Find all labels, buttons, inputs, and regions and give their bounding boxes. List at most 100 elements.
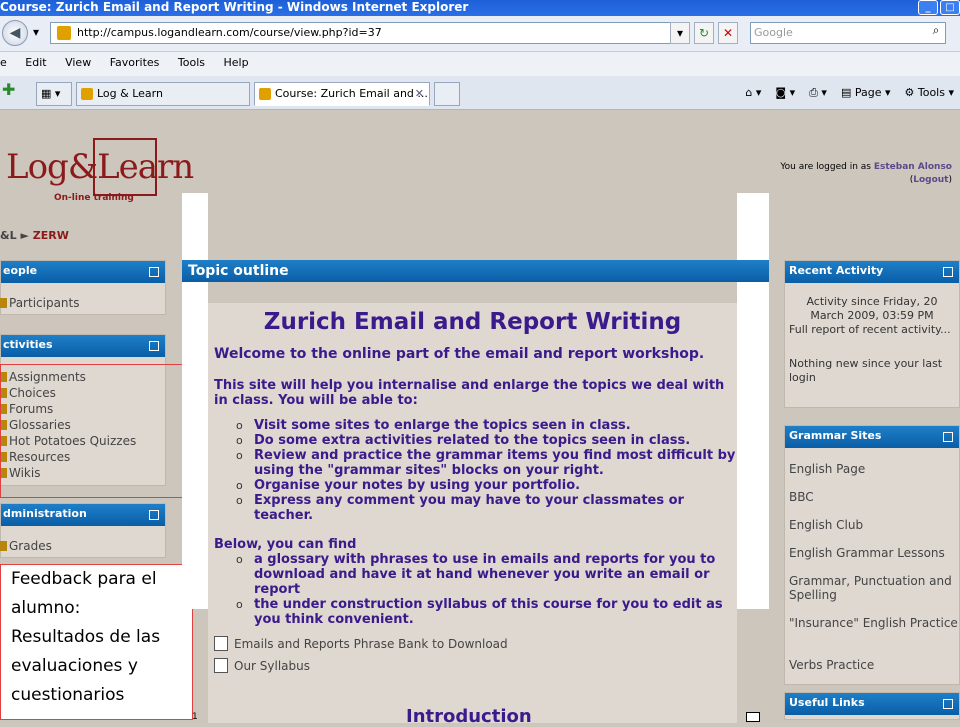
syllabus-label: Our Syllabus: [234, 659, 311, 673]
address-bar[interactable]: http://campus.logandlearn.com/course/vie…: [50, 22, 688, 44]
grammar-link-bbc[interactable]: BBC: [785, 490, 959, 518]
resource-item: a glossary with phrases to use in emails…: [234, 552, 737, 597]
grammar-sites-block: Grammar Sites English Page BBC English C…: [784, 425, 960, 685]
tab-favicon-icon: [259, 88, 271, 100]
minimize-button[interactable]: _: [918, 0, 938, 15]
search-icon[interactable]: ⌕: [926, 20, 946, 42]
menu-help[interactable]: Help: [224, 56, 249, 69]
logo-text: Log&Learn: [6, 147, 194, 187]
grades-link[interactable]: Grades: [0, 538, 165, 554]
address-dropdown-icon[interactable]: ▾: [670, 22, 690, 44]
logo-subtitle: On-line training: [54, 193, 134, 203]
word-document-icon: [214, 636, 228, 651]
feedback-line: evaluaciones y: [11, 656, 138, 676]
goal-item: Do some extra activities related to the …: [234, 433, 737, 448]
section-highlight-checkbox[interactable]: [746, 712, 760, 722]
collapse-icon[interactable]: [149, 341, 159, 351]
collapse-icon[interactable]: [149, 510, 159, 520]
tab-bar: ✚ ▦ ▾ Log & Learn Course: Zurich Email a…: [0, 76, 960, 110]
collapse-icon[interactable]: [943, 432, 953, 442]
grammar-link-insurance[interactable]: "Insurance" English Practice: [785, 616, 959, 658]
tab-label: Course: Zurich Email and ...: [275, 87, 428, 100]
page-menu[interactable]: ▤ Page ▾: [841, 82, 891, 104]
feedback-line: Feedback para el: [11, 569, 157, 589]
feedback-line: alumno:: [11, 598, 81, 618]
collapse-icon[interactable]: [943, 699, 953, 709]
topic-outline-header: Topic outline: [182, 260, 769, 282]
refresh-icon[interactable]: ↻: [694, 22, 714, 44]
grammar-link-punctuation[interactable]: Grammar, Punctuation and Spelling: [785, 574, 959, 616]
grammar-link-grammar-lessons[interactable]: English Grammar Lessons: [785, 546, 959, 574]
administration-block: dministration Grades: [0, 503, 166, 558]
login-info: You are logged in as Esteban Alonso (Log…: [780, 162, 952, 185]
participants-link[interactable]: Participants: [0, 295, 165, 311]
address-toolbar: ◀ ▾ http://campus.logandlearn.com/course…: [0, 16, 960, 52]
menu-file[interactable]: e: [0, 56, 7, 69]
grammar-link-verbs[interactable]: Verbs Practice: [785, 658, 959, 678]
section-number: 1: [192, 712, 198, 722]
grammar-sites-title: Grammar Sites: [789, 429, 882, 442]
goal-item: Visit some sites to enlarge the topics s…: [234, 418, 737, 433]
search-placeholder: Google: [754, 26, 793, 39]
phrase-bank-link[interactable]: Emails and Reports Phrase Bank to Downlo…: [214, 633, 737, 655]
site-logo[interactable]: Log&Learn On-line training: [0, 135, 194, 205]
phrase-bank-label: Emails and Reports Phrase Bank to Downlo…: [234, 637, 508, 651]
add-favorite-icon[interactable]: ✚: [2, 80, 15, 99]
menu-favorites[interactable]: Favorites: [110, 56, 160, 69]
breadcrumb-separator: ►: [20, 229, 29, 242]
close-tab-icon[interactable]: ✕: [415, 83, 424, 105]
tools-menu[interactable]: ⚙ Tools ▾: [905, 82, 955, 104]
highlight-box: [0, 364, 184, 498]
section-title: Introduction: [406, 706, 532, 727]
print-icon[interactable]: ⎙ ▾: [809, 82, 827, 104]
tools-menu-label: Tools: [917, 86, 945, 99]
menu-edit[interactable]: Edit: [25, 56, 46, 69]
menu-view[interactable]: View: [65, 56, 91, 69]
menu-tools[interactable]: Tools: [178, 56, 205, 69]
course-summary: Zurich Email and Report Writing Welcome …: [208, 303, 737, 723]
grades-label: Grades: [9, 539, 52, 553]
useful-links-block: Useful Links: [784, 692, 960, 720]
nothing-new-text: Nothing new since your last login: [789, 357, 943, 384]
site-favicon-icon: [57, 26, 71, 40]
logged-prefix: You are logged in as: [780, 162, 871, 172]
participants-label: Participants: [9, 296, 80, 310]
below-text: Below, you can find: [214, 537, 357, 552]
logged-user-link[interactable]: Esteban Alonso: [874, 162, 952, 172]
collapse-icon[interactable]: [149, 267, 159, 277]
menu-bar: e Edit View Favorites Tools Help: [0, 52, 960, 76]
tab-course-zurich[interactable]: Course: Zurich Email and ... ✕: [254, 82, 430, 106]
tab-log-learn[interactable]: Log & Learn: [76, 82, 250, 106]
course-title: Zurich Email and Report Writing: [263, 309, 682, 335]
intro-text: This site will help you internalise and …: [214, 378, 725, 408]
back-button[interactable]: ◀: [2, 20, 28, 46]
breadcrumb-home[interactable]: &L: [0, 229, 17, 242]
syllabus-link[interactable]: Our Syllabus: [214, 655, 737, 677]
tab-label: Log & Learn: [97, 87, 163, 100]
search-input[interactable]: Google: [750, 22, 946, 44]
feedback-line: cuestionarios: [11, 685, 125, 705]
recent-activity-block: Recent Activity Activity since Friday, 2…: [784, 260, 960, 408]
maximize-button[interactable]: □: [940, 0, 960, 15]
breadcrumb-current: ZERW: [32, 229, 69, 242]
address-url: http://campus.logandlearn.com/course/vie…: [77, 26, 382, 39]
full-report-link[interactable]: Full report of recent activity...: [785, 323, 959, 337]
admin-block-title: dministration: [3, 507, 87, 520]
new-tab-button[interactable]: [434, 82, 460, 106]
activities-block-title: ctivities: [3, 338, 53, 351]
window-title-bar: Course: Zurich Email and Report Writing …: [0, 0, 960, 16]
grammar-link-english-club[interactable]: English Club: [785, 518, 959, 546]
home-icon[interactable]: ⌂ ▾: [745, 82, 761, 104]
people-block-title: eople: [3, 264, 38, 277]
history-dropdown-icon[interactable]: ▾: [29, 22, 43, 44]
stop-icon[interactable]: ✕: [718, 22, 738, 44]
quick-tabs-button[interactable]: ▦ ▾: [36, 82, 72, 106]
people-block: eople Participants: [0, 260, 166, 315]
collapse-icon[interactable]: [943, 267, 953, 277]
logout-link[interactable]: Logout: [913, 175, 948, 185]
wiki-icon: [214, 658, 228, 673]
feeds-icon[interactable]: ◙ ▾: [775, 82, 795, 104]
participants-icon: [0, 298, 7, 308]
grammar-link-english-page[interactable]: English Page: [785, 462, 959, 490]
welcome-text: Welcome to the online part of the email …: [214, 346, 705, 362]
